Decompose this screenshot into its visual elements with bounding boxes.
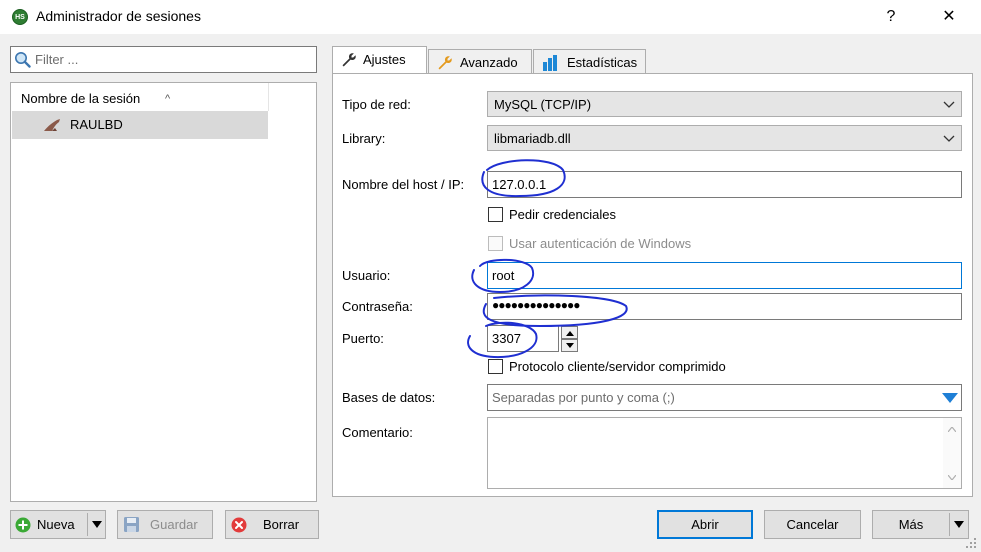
window-title: Administrador de sesiones: [36, 8, 201, 24]
column-divider: [268, 83, 269, 111]
library-value: libmariadb.dll: [494, 131, 571, 146]
port-input[interactable]: 3307: [487, 325, 559, 352]
filter-input[interactable]: Filter ...: [10, 46, 317, 73]
port-increment-button[interactable]: [561, 326, 578, 339]
password-input[interactable]: ●●●●●●●●●●●●●●: [487, 293, 962, 320]
save-button[interactable]: Guardar: [117, 510, 213, 539]
host-input[interactable]: 127.0.0.1: [487, 171, 962, 198]
mariadb-seal-icon: [44, 119, 60, 131]
delete-button[interactable]: Borrar: [225, 510, 319, 539]
open-button[interactable]: Abrir: [657, 510, 753, 539]
sort-ascending-icon: ^: [165, 93, 171, 105]
bar-chart-icon: [543, 55, 557, 71]
prompt-credentials-checkbox[interactable]: [488, 207, 503, 222]
tab-estadisticas-label: Estadísticas: [567, 55, 638, 70]
windows-auth-checkbox[interactable]: [488, 236, 503, 251]
add-icon: [15, 517, 31, 533]
arrow-up-icon: [566, 331, 574, 336]
more-button[interactable]: Más: [872, 510, 969, 539]
password-label: Contraseña:: [342, 299, 413, 314]
session-name-column[interactable]: Nombre de la sesión: [21, 91, 140, 106]
search-icon: [15, 52, 31, 68]
arrow-down-icon: [566, 343, 574, 348]
tab-avanzado-label: Avanzado: [460, 55, 518, 70]
resize-grip-icon[interactable]: [965, 537, 977, 549]
help-button[interactable]: ?: [868, 0, 914, 34]
wrench-icon: [342, 53, 356, 67]
chevron-down-icon: [943, 135, 955, 142]
session-list-item[interactable]: RAULBD: [12, 111, 268, 139]
split-divider: [949, 513, 950, 536]
session-tree[interactable]: Nombre de la sesión ^ RAULBD: [10, 82, 317, 502]
dropdown-arrow-icon[interactable]: [92, 521, 102, 529]
new-session-button[interactable]: Nueva: [10, 510, 106, 539]
windows-auth-label: Usar autenticación de Windows: [509, 236, 692, 251]
prompt-credentials-label: Pedir credenciales: [509, 207, 616, 222]
port-value: 3307: [492, 331, 521, 346]
settings-panel: Tipo de red: MySQL (TCP/IP) Library: lib…: [332, 73, 973, 497]
new-session-label: Nueva: [37, 517, 75, 532]
tab-avanzado[interactable]: Avanzado: [428, 49, 532, 74]
more-label: Más: [898, 517, 924, 532]
wrench-orange-icon: [438, 56, 452, 70]
dropdown-triangle-icon[interactable]: [942, 393, 958, 403]
databases-input[interactable]: Separadas por punto y coma (;): [487, 384, 962, 411]
user-label: Usuario:: [342, 268, 391, 283]
chevron-down-icon: [943, 101, 955, 108]
title-bar: HS Administrador de sesiones ? ✕: [0, 0, 981, 34]
network-type-label: Tipo de red:: [342, 97, 411, 112]
port-label: Puerto:: [342, 331, 384, 346]
scroll-down-icon[interactable]: [948, 475, 956, 480]
scroll-up-icon[interactable]: [948, 427, 956, 432]
tab-estadisticas[interactable]: Estadísticas: [533, 49, 646, 74]
floppy-disk-icon: [124, 517, 139, 532]
network-type-select[interactable]: MySQL (TCP/IP): [487, 91, 962, 117]
databases-label: Bases de datos:: [342, 390, 436, 405]
host-value: 127.0.0.1: [492, 177, 547, 192]
comment-textarea[interactable]: [487, 417, 962, 489]
dropdown-arrow-icon[interactable]: [954, 521, 964, 529]
cancel-button[interactable]: Cancelar: [764, 510, 861, 539]
save-label: Guardar: [150, 517, 198, 532]
host-label: Nombre del host / IP:: [342, 177, 465, 192]
databases-placeholder: Separadas por punto y coma (;): [492, 390, 675, 405]
tab-ajustes[interactable]: Ajustes: [332, 46, 427, 74]
tab-ajustes-label: Ajustes: [363, 52, 406, 67]
library-label: Library:: [342, 131, 386, 146]
password-value: ●●●●●●●●●●●●●●: [492, 298, 580, 312]
network-type-value: MySQL (TCP/IP): [494, 97, 592, 112]
user-input[interactable]: root: [487, 262, 962, 289]
delete-label: Borrar: [263, 517, 300, 532]
app-logo-icon: HS: [12, 9, 28, 25]
session-name: RAULBD: [70, 117, 123, 132]
comment-scrollbar[interactable]: [943, 418, 961, 488]
port-decrement-button[interactable]: [561, 339, 578, 352]
delete-icon: [231, 517, 247, 533]
close-button[interactable]: ✕: [926, 0, 972, 34]
comment-label: Comentario:: [342, 425, 413, 440]
compressed-protocol-checkbox[interactable]: [488, 359, 503, 374]
library-select[interactable]: libmariadb.dll: [487, 125, 962, 151]
user-value: root: [492, 268, 515, 283]
split-divider: [87, 513, 88, 536]
compressed-protocol-label: Protocolo cliente/servidor comprimido: [509, 359, 726, 374]
filter-placeholder: Filter ...: [35, 52, 79, 67]
